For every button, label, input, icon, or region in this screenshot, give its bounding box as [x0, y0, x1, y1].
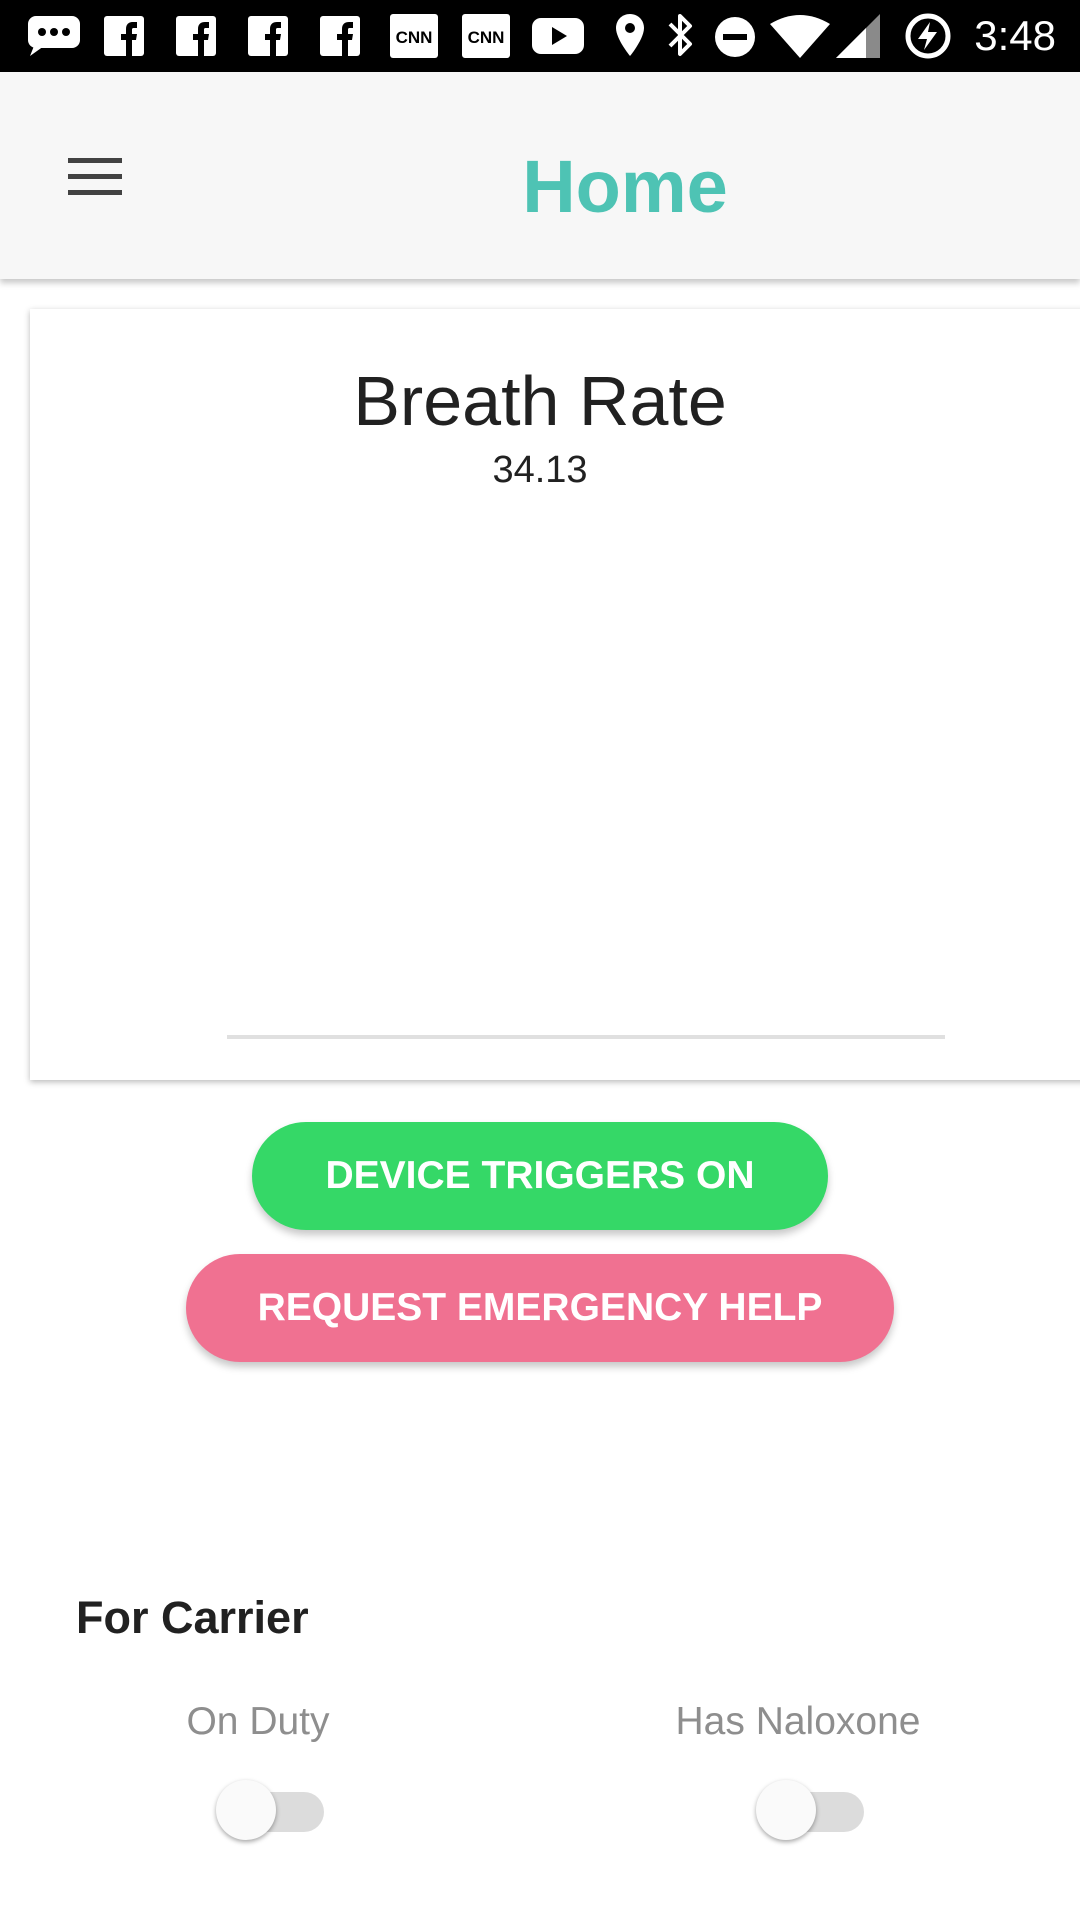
for-carrier-heading: For Carrier [76, 1592, 309, 1643]
switch-thumb[interactable] [756, 1780, 816, 1840]
facebook-icon [176, 16, 216, 56]
breath-rate-value: 34.13 [492, 449, 588, 491]
breath-rate-card: Breath Rate 34.13 [30, 309, 1080, 1080]
menu-button[interactable] [52, 142, 138, 212]
cnn-icon: CNN [390, 14, 438, 58]
has-naloxone-label: Has Naloxone [675, 1700, 921, 1743]
cnn-logo-text: CNN [468, 28, 505, 47]
breath-rate-title: Breath Rate [353, 362, 727, 440]
on-duty-switch[interactable] [216, 1776, 328, 1842]
facebook-icon [248, 16, 288, 56]
cell-signal-icon [836, 14, 880, 58]
facebook-icon [320, 16, 360, 56]
do-not-disturb-icon [715, 17, 755, 57]
wifi-icon [770, 15, 830, 58]
location-icon [616, 14, 644, 56]
bluetooth-icon [668, 14, 692, 56]
has-naloxone-switch[interactable] [756, 1776, 868, 1842]
cnn-logo-text: CNN [396, 28, 433, 47]
status-time: 3:48 [974, 12, 1056, 59]
youtube-icon [532, 18, 584, 54]
switch-thumb[interactable] [216, 1780, 276, 1840]
cnn-icon: CNN [462, 14, 510, 58]
request-emergency-help-button[interactable]: REQUEST EMERGENCY HELP [186, 1254, 894, 1362]
battery-charging-icon [905, 13, 951, 59]
on-duty-label: On Duty [186, 1700, 330, 1743]
messaging-icon [28, 16, 80, 56]
breath-rate-chart-axis [227, 1035, 945, 1039]
app-bar: Home [0, 72, 1080, 279]
facebook-icon [104, 16, 144, 56]
status-bar: CNN CNN 3:48 [0, 0, 1080, 72]
page-title: Home [522, 145, 728, 228]
device-triggers-button[interactable]: DEVICE TRIGGERS ON [252, 1122, 828, 1230]
